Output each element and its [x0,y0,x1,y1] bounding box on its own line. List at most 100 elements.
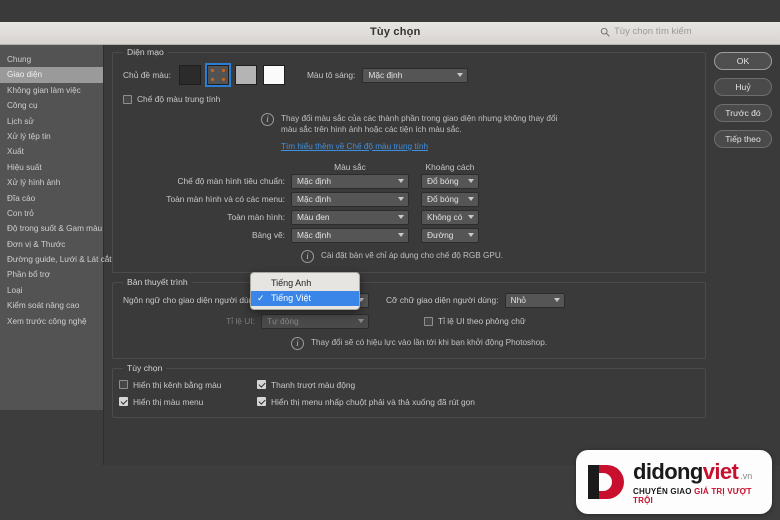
display-row-artboard-border-select[interactable]: Đường [421,227,479,243]
sidebar-item-giao-dien[interactable]: Giao diện [0,67,103,83]
language-row: Ngôn ngữ cho giao diện người dùng: Tiếng… [123,292,695,308]
option-dynamic-color-sliders-checkbox[interactable] [257,380,266,390]
theme-swatch-medium-dark[interactable] [204,63,231,87]
chevron-down-icon [468,179,474,184]
neutral-mode-learn-more-link[interactable]: Tìm hiểu thêm về Chế độ màu trung tính [281,142,428,151]
options-group-legend: Tùy chọn [123,362,167,373]
option-show-menu-colors-label: Hiển thị màu menu [133,396,204,407]
uiscale-font-label: Tỉ lệ UI theo phông chữ [438,316,526,327]
sidebar-item-con-tro[interactable]: Con trỏ [0,206,103,221]
option-condensed-menus-label: Hiển thị menu nhấp chuột phải và thả xuố… [271,396,475,407]
language-option-tieng-anh[interactable]: Tiếng Anh [251,276,359,291]
sidebar-item-khong-gian-lam-viec[interactable]: Không gian làm việc [0,83,103,98]
options-column-left: Hiển thị kênh bằng màu Hiển thị màu menu [119,380,243,407]
theme-swatch-light-gray[interactable] [234,65,257,85]
display-row-standard-border-select[interactable]: Đổ bóng [421,173,479,189]
sidebar-item-chung[interactable]: Chung [0,52,103,67]
fontsize-label: Cỡ chữ giao diện người dùng: [386,295,499,306]
language-option-tieng-viet[interactable]: Tiếng Việt [251,291,359,306]
display-row-fullscreen-border-value: Không có [427,212,463,223]
display-row-fullscreen-menus-color-value: Mặc định [297,194,331,205]
theme-swatch-dark[interactable] [178,65,201,85]
chevron-down-icon [398,233,404,238]
sidebar-item-xu-ly-hinh-anh[interactable]: Xử lý hình ảnh [0,175,103,190]
display-row-standard-color-select[interactable]: Mặc định [291,173,409,189]
category-sidebar: Chung Giao diện Không gian làm việc Công… [0,45,112,465]
options-column-right: Thanh trượt màu động Hiển thị menu nhấp … [257,380,475,407]
uiscale-row: Tỉ lệ UI: Tự động Tỉ lệ UI theo phông ch… [123,313,695,329]
presentation-group: Bản thuyết trình Ngôn ngữ cho giao diện … [112,276,706,359]
search-icon [600,27,610,36]
uiscale-value: Tự động [267,316,299,327]
option-condensed-menus[interactable]: Hiển thị menu nhấp chuột phải và thả xuố… [257,397,475,407]
didongviet-logo-icon [586,462,626,502]
uiscale-font-row[interactable]: Tỉ lệ UI theo phông chữ [424,316,526,326]
highlight-color-label: Màu tô sáng: [306,70,356,80]
option-show-channels-in-color-checkbox[interactable] [119,380,128,390]
option-dynamic-color-sliders-label: Thanh trượt màu động [271,379,356,390]
sidebar-item-lich-su[interactable]: Lịch sử [0,114,103,129]
display-row-standard-color-value: Mặc định [297,176,331,187]
next-button[interactable]: Tiếp theo [714,130,772,148]
language-dropdown-popup[interactable]: Tiếng Anh Tiếng Việt [250,272,360,310]
sidebar-item-xu-ly-tep-tin[interactable]: Xử lý tệp tin [0,129,103,144]
sidebar-item-loai[interactable]: Loại [0,283,103,298]
fontsize-value: Nhỏ [510,295,526,306]
sidebar-item-duong-guide[interactable]: Đường guide, Lưới & Lát cắt [0,252,112,267]
neutral-mode-row[interactable]: Chế độ màu trung tính [123,94,695,104]
uiscale-select[interactable]: Tự động [261,313,369,329]
display-row-artboard-color-select[interactable]: Mặc định [291,227,409,243]
options-group: Tùy chọn Hiển thị kênh bằng màu Hiển thị… [112,362,706,418]
display-row-fullscreen-menus-color-select[interactable]: Mặc định [291,191,409,207]
display-row-artboard: Bảng vẽ: Mặc định Đường [123,227,695,243]
column-header-color: Màu sắc [334,161,366,172]
appearance-group: Diện mạo Chủ đề màu: Màu tô sáng: Mặc đị… [112,47,706,273]
display-row-fullscreen-label: Toàn màn hình: [227,212,285,223]
highlight-color-value: Mặc định [368,70,403,80]
display-columns-header: Màu sắc Khoảng cách [123,162,695,172]
display-row-fullscreen-border-select[interactable]: Không có [421,209,479,225]
sidebar-item-do-trong-suot[interactable]: Độ trong suốt & Gam màu [0,221,103,236]
neutral-mode-checkbox[interactable] [123,94,132,104]
sidebar-item-hieu-suat[interactable]: Hiệu suất [0,160,103,175]
search-input[interactable] [614,26,764,37]
ok-button[interactable]: OK [714,52,772,70]
highlight-color-select[interactable]: Mặc định [362,67,469,83]
sidebar-item-don-vi-thuoc[interactable]: Đơn vị & Thước [0,237,103,252]
option-show-menu-colors[interactable]: Hiển thị màu menu [119,397,243,407]
theme-swatch-white[interactable] [262,65,285,85]
fontsize-select[interactable]: Nhỏ [504,292,565,308]
option-show-channels-in-color[interactable]: Hiển thị kênh bằng màu [119,380,243,390]
watermark-tld: .vn [740,471,753,481]
display-row-standard-border-value: Đổ bóng [427,176,459,187]
info-icon: i [301,249,314,263]
sidebar-item-kiem-soat-nang-cao[interactable]: Kiểm soát nâng cao [0,298,103,313]
sidebar-item-cong-cu[interactable]: Công cụ [0,98,103,113]
search-box[interactable] [600,26,770,37]
watermark-tagline-a: CHUYỂN GIAO [633,487,695,496]
dialog-titlebar: Tùy chọn [0,22,780,45]
option-dynamic-color-sliders[interactable]: Thanh trượt màu động [257,380,475,390]
uiscale-label: Tỉ lệ UI: [226,316,255,327]
color-theme-label: Chủ đề màu: [123,70,171,80]
uiscale-font-checkbox[interactable] [424,316,433,326]
sidebar-item-dia-cao[interactable]: Đĩa cào [0,191,103,206]
display-modes-grid: Chế độ màn hình tiêu chuẩn: Mặc định Đổ … [123,173,695,243]
option-condensed-menus-checkbox[interactable] [257,397,266,407]
option-show-menu-colors-checkbox[interactable] [119,397,128,407]
sidebar-item-xem-truoc-cong-nghe[interactable]: Xem trước công nghệ [0,314,103,329]
info-icon: i [291,336,304,350]
watermark-brand-a: didong [633,459,703,484]
appearance-group-legend: Diện mạo [123,47,168,57]
display-row-fullscreen-menus-border-value: Đổ bóng [427,194,459,205]
display-row-fullscreen-color-select[interactable]: Màu đen [291,209,409,225]
previous-button[interactable]: Trước đó [714,104,772,122]
display-row-fullscreen-menus-border-select[interactable]: Đổ bóng [421,191,479,207]
sidebar-item-xuat[interactable]: Xuất [0,144,103,159]
cancel-button[interactable]: Huỷ [714,78,772,96]
sidebar-item-phan-bo-tro[interactable]: Phần bổ trợ [0,267,103,282]
gpu-note-row: i Cài đặt bản vẽ chỉ áp dụng cho chế độ … [301,249,695,263]
chevron-down-icon [358,319,364,324]
display-row-fullscreen: Toàn màn hình: Màu đen Không có [123,209,695,225]
gpu-note-text: Cài đặt bản vẽ chỉ áp dụng cho chế độ RG… [321,250,504,260]
